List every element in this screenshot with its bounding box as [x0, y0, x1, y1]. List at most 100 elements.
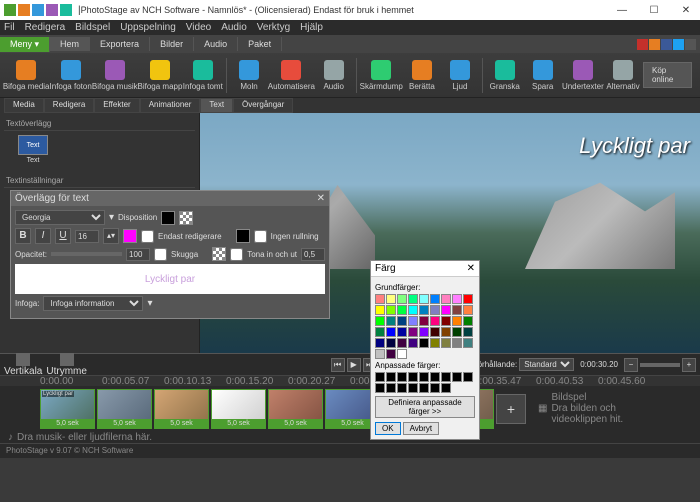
- buy-online-button[interactable]: Köp online: [643, 62, 692, 88]
- ribbon-skärmdump[interactable]: Skärmdump: [361, 58, 402, 93]
- menu-dropdown[interactable]: Meny ▾: [0, 37, 50, 52]
- maximize-button[interactable]: ☐: [644, 5, 664, 16]
- color-swatch[interactable]: [419, 327, 429, 337]
- subtab-övergångar[interactable]: Övergångar: [233, 98, 293, 113]
- endast-check[interactable]: [141, 230, 154, 243]
- timeline-clip[interactable]: Lyckligt par5,0 sek: [40, 389, 95, 429]
- ribbon-granska[interactable]: Granska: [487, 58, 523, 93]
- color-swatch[interactable]: [452, 305, 462, 315]
- color-swatch[interactable]: [419, 294, 429, 304]
- ribbon-bifoga-media[interactable]: Bifoga media: [4, 58, 48, 93]
- color-box[interactable]: [212, 247, 226, 261]
- color-swatch[interactable]: [397, 327, 407, 337]
- text-overlay-item[interactable]: TextText: [8, 135, 58, 164]
- color-swatch[interactable]: [419, 316, 429, 326]
- color-swatch[interactable]: [430, 338, 440, 348]
- color-swatch[interactable]: [386, 305, 396, 315]
- color-swatch[interactable]: [441, 294, 451, 304]
- color-swatch[interactable]: [408, 327, 418, 337]
- subtab-text[interactable]: Text: [200, 98, 233, 113]
- subtab-animationer[interactable]: Animationer: [140, 98, 201, 113]
- zoom-in[interactable]: +: [682, 358, 696, 372]
- ribbon-ljud[interactable]: Ljud: [442, 58, 478, 93]
- color-swatch[interactable]: [452, 316, 462, 326]
- aspect-select[interactable]: Standard: [519, 358, 574, 371]
- qa-icon[interactable]: [60, 4, 72, 16]
- share-icon[interactable]: [649, 39, 660, 50]
- ok-button[interactable]: OK: [375, 422, 401, 435]
- menu-audio[interactable]: Audio: [221, 22, 247, 33]
- timeline-clip[interactable]: 5,0 sek: [268, 389, 323, 429]
- color-swatch[interactable]: [397, 294, 407, 304]
- custom-swatch[interactable]: [430, 383, 440, 393]
- ribbon-moln[interactable]: Moln: [231, 58, 267, 93]
- custom-swatch[interactable]: [386, 383, 396, 393]
- color-swatch[interactable]: [408, 338, 418, 348]
- color-swatch[interactable]: [419, 338, 429, 348]
- color-swatch[interactable]: [463, 338, 473, 348]
- custom-swatch[interactable]: [452, 372, 462, 382]
- custom-swatch[interactable]: [441, 372, 451, 382]
- menu-video[interactable]: Video: [186, 22, 211, 33]
- custom-swatch[interactable]: [375, 383, 385, 393]
- font-select[interactable]: Georgia: [15, 210, 105, 225]
- size-spinner[interactable]: ▴▾: [103, 228, 119, 244]
- color-swatch[interactable]: [452, 327, 462, 337]
- prev-button[interactable]: ⏮: [331, 358, 345, 372]
- text-color[interactable]: [123, 229, 137, 243]
- fontsize-input[interactable]: [75, 230, 99, 243]
- custom-swatch[interactable]: [430, 372, 440, 382]
- color-swatch[interactable]: [386, 327, 396, 337]
- infoga-select[interactable]: Infoga information: [43, 296, 143, 311]
- dialog-close[interactable]: ✕: [317, 193, 325, 204]
- timeline-clip[interactable]: 5,0 sek: [97, 389, 152, 429]
- cancel-button[interactable]: Avbryt: [403, 422, 440, 435]
- vertical-button[interactable]: Vertikala: [4, 352, 42, 377]
- color-swatch[interactable]: [430, 305, 440, 315]
- ribbon-bifoga-musik[interactable]: Bifoga musik: [93, 58, 137, 93]
- ribbon-bifoga-mapp[interactable]: Bifoga mapp: [139, 58, 182, 93]
- opacity-value[interactable]: [126, 248, 150, 261]
- color-swatch[interactable]: [408, 316, 418, 326]
- qa-icon[interactable]: [18, 4, 30, 16]
- color-swatch[interactable]: [463, 305, 473, 315]
- color-swatch[interactable]: [397, 349, 407, 359]
- subtab-redigera[interactable]: Redigera: [44, 98, 94, 113]
- twitter-icon[interactable]: [673, 39, 684, 50]
- menu-fil[interactable]: Fil: [4, 22, 15, 33]
- color-swatch[interactable]: [463, 294, 473, 304]
- menu-redigera[interactable]: Redigera: [25, 22, 66, 33]
- color-swatch[interactable]: [386, 338, 396, 348]
- custom-swatch[interactable]: [386, 372, 396, 382]
- color-close[interactable]: ✕: [467, 263, 475, 274]
- ribbon-berätta[interactable]: Berätta: [404, 58, 440, 93]
- color-swatch[interactable]: [386, 349, 396, 359]
- color-swatch[interactable]: [463, 327, 473, 337]
- underline-button[interactable]: U: [55, 228, 71, 244]
- custom-swatch[interactable]: [441, 383, 451, 393]
- italic-button[interactable]: I: [35, 228, 51, 244]
- custom-swatch[interactable]: [463, 372, 473, 382]
- ribbon-alternativ[interactable]: Alternativ: [605, 58, 641, 93]
- youtube-icon[interactable]: [637, 39, 648, 50]
- custom-swatch[interactable]: [419, 383, 429, 393]
- custom-swatch[interactable]: [408, 383, 418, 393]
- text-preview[interactable]: Lyckligt par: [15, 264, 325, 294]
- tab-bilder[interactable]: Bilder: [150, 37, 194, 51]
- color-swatch[interactable]: [430, 294, 440, 304]
- tab-hem[interactable]: Hem: [50, 37, 90, 51]
- color-swatch[interactable]: [397, 338, 407, 348]
- color-swatch[interactable]: [441, 305, 451, 315]
- menu-hjalp[interactable]: Hjälp: [300, 22, 323, 33]
- ribbon-undertexter[interactable]: Undertexter: [563, 58, 603, 93]
- color-swatch[interactable]: [419, 305, 429, 315]
- opacity-slider[interactable]: [51, 252, 122, 256]
- color-swatch[interactable]: [375, 294, 385, 304]
- ingen-check[interactable]: [254, 230, 267, 243]
- menu-uppspelning[interactable]: Uppspelning: [120, 22, 176, 33]
- color-swatch[interactable]: [441, 327, 451, 337]
- menu-bildspel[interactable]: Bildspel: [75, 22, 110, 33]
- color-swatch[interactable]: [397, 305, 407, 315]
- ribbon-automatisera[interactable]: Automatisera: [269, 58, 314, 93]
- color-swatch[interactable]: [397, 316, 407, 326]
